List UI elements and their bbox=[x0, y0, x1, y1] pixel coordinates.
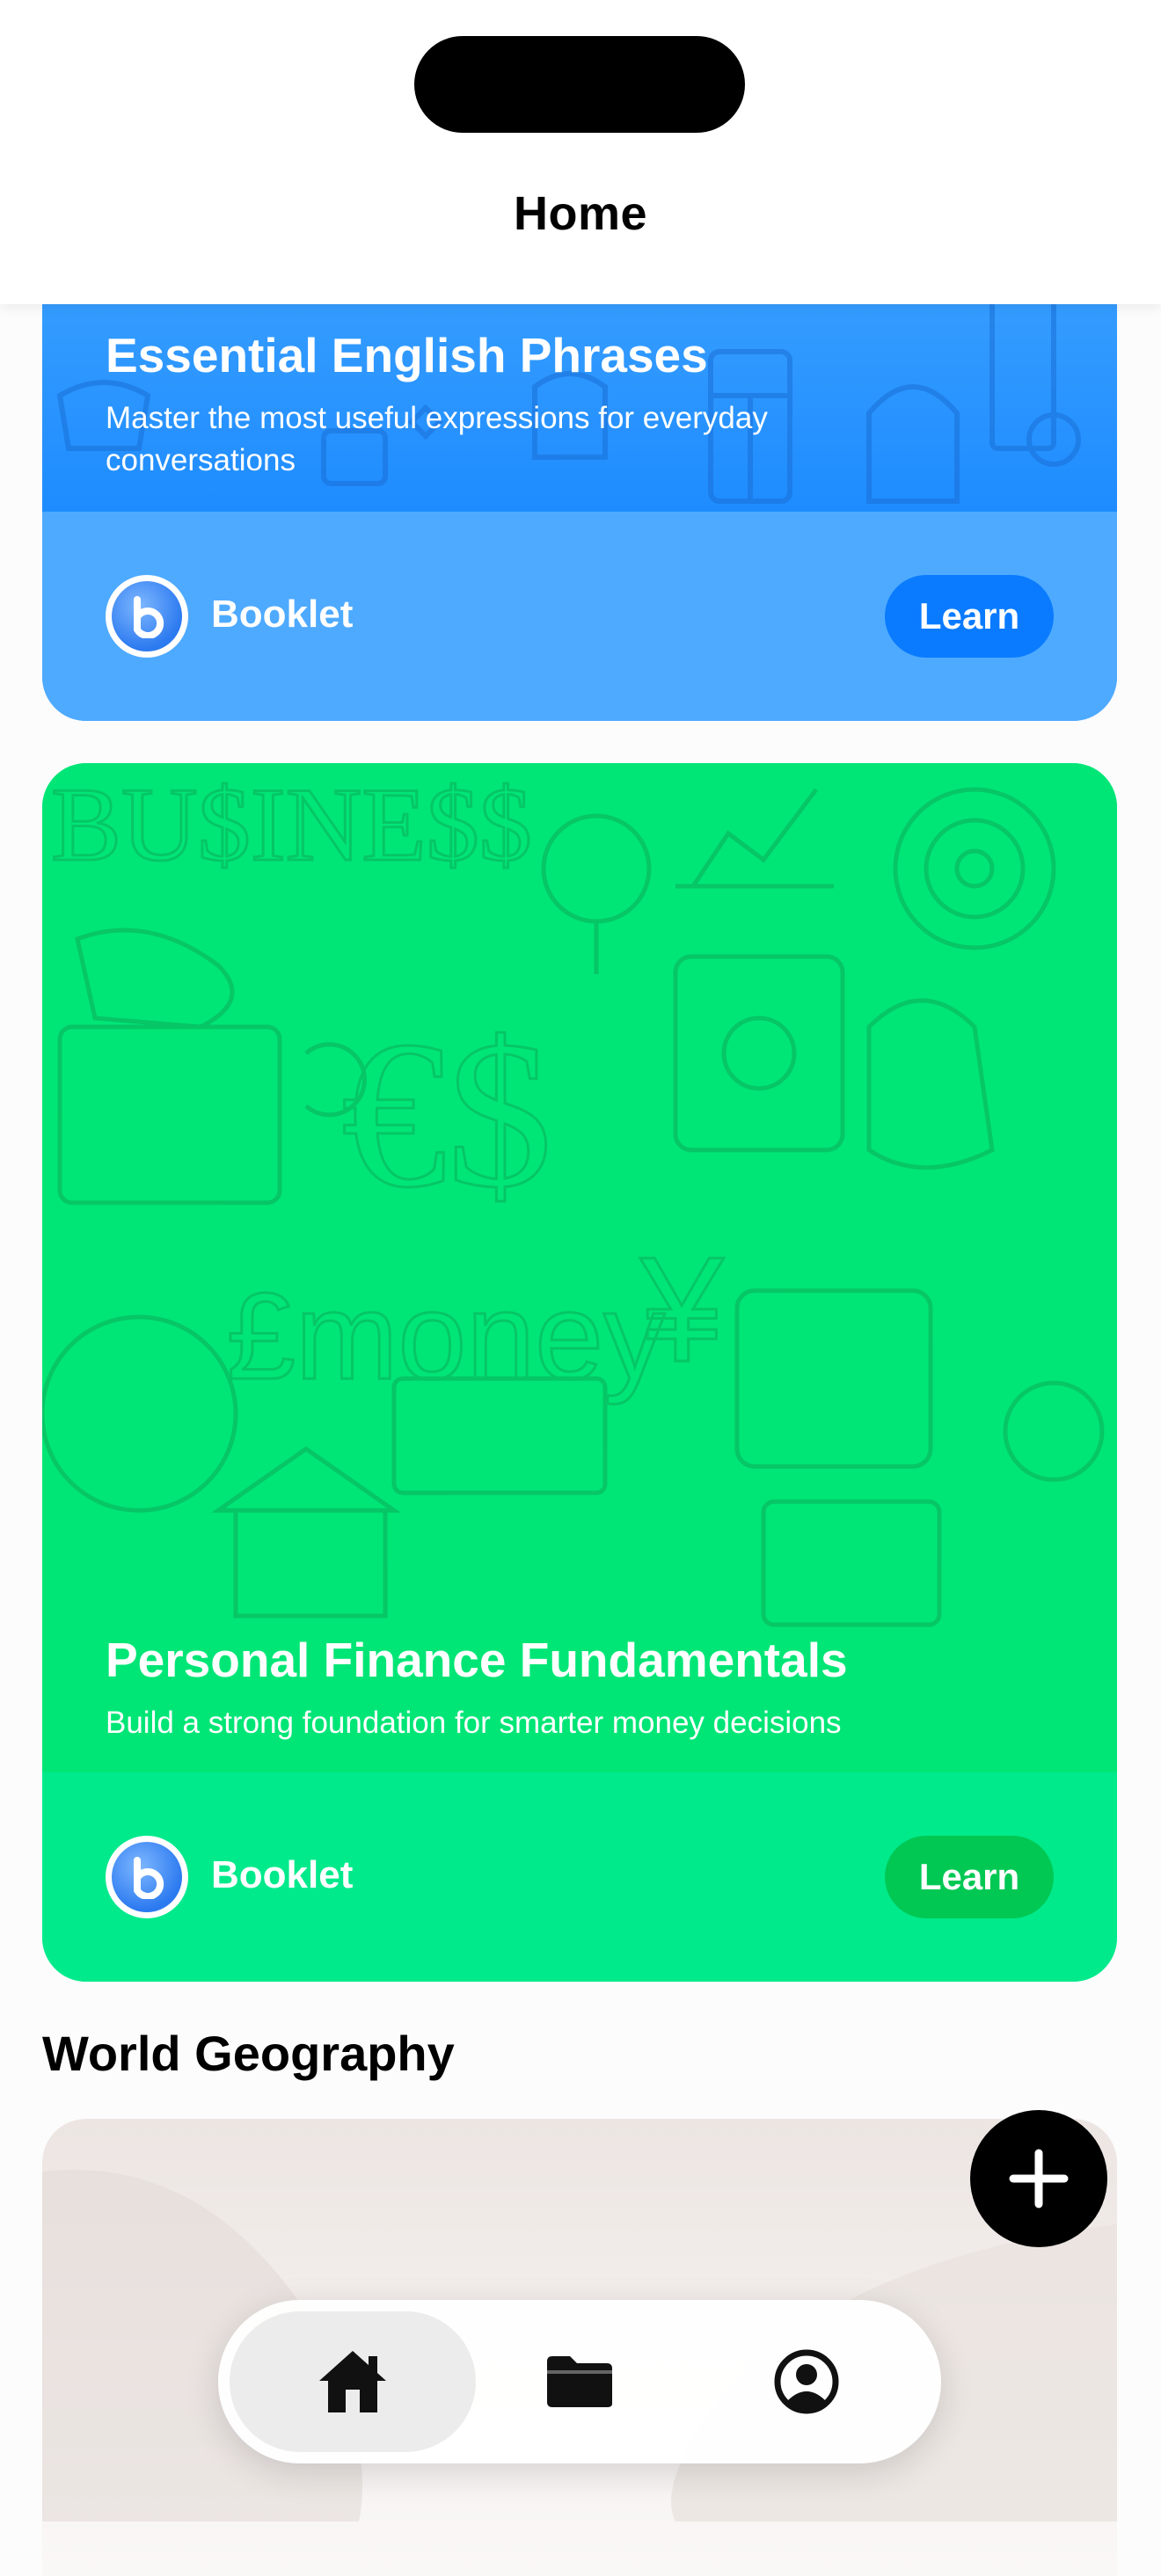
svg-text:€$: €$ bbox=[341, 997, 552, 1231]
card-description: Master the most useful expressions for e… bbox=[106, 401, 768, 477]
card-description: Build a strong foundation for smarter mo… bbox=[106, 1706, 842, 1740]
svg-text:BU$INE$$: BU$INE$$ bbox=[51, 766, 532, 883]
course-card-finance[interactable]: BU$INE$$ €$ £money ¥ Personal Finance Fu… bbox=[42, 763, 1117, 1982]
booklet-logo-icon bbox=[106, 1836, 188, 1918]
header: Home bbox=[0, 0, 1161, 304]
card-footer: Booklet Learn bbox=[42, 1772, 1117, 1982]
card-title: Essential English Phrases bbox=[106, 328, 708, 382]
booklet-logo-icon bbox=[106, 575, 188, 658]
learn-button[interactable]: Learn bbox=[885, 575, 1054, 658]
svg-text:£money: £money bbox=[227, 1267, 665, 1405]
course-card-english[interactable]: Essential English Phrases Master the mos… bbox=[42, 255, 1117, 721]
card-footer: Booklet Learn bbox=[42, 512, 1117, 721]
account-icon bbox=[774, 2349, 839, 2414]
folder-icon bbox=[547, 2356, 612, 2407]
card-illustration: BU$INE$$ €$ £money ¥ bbox=[42, 763, 1117, 1772]
svg-text:¥: ¥ bbox=[639, 1226, 724, 1394]
learn-button[interactable]: Learn bbox=[885, 1836, 1054, 1918]
tab-library[interactable] bbox=[456, 2311, 703, 2452]
section-title-world-geography: World Geography bbox=[42, 2026, 455, 2081]
tab-home[interactable] bbox=[230, 2311, 476, 2452]
dynamic-island bbox=[414, 36, 745, 133]
home-icon bbox=[319, 2351, 386, 2412]
page-title: Home bbox=[513, 187, 648, 240]
tab-profile[interactable] bbox=[683, 2311, 930, 2452]
source-label: Booklet bbox=[211, 593, 354, 636]
add-button[interactable] bbox=[970, 2110, 1107, 2247]
source-label: Booklet bbox=[211, 1853, 354, 1896]
tab-bar bbox=[218, 2300, 941, 2463]
plus-icon bbox=[1009, 2149, 1069, 2209]
card-title: Personal Finance Fundamentals bbox=[106, 1633, 848, 1687]
